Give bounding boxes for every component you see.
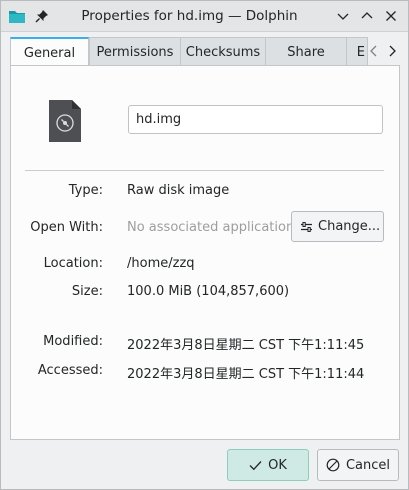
location-value: /home/zzq: [127, 256, 195, 271]
chevron-left-icon[interactable]: [368, 44, 380, 58]
checkmark-icon: [249, 460, 262, 470]
accessed-value: 2022年3月8日星期二 CST 下午1:11:44: [127, 367, 365, 382]
file-name-input[interactable]: [128, 105, 383, 134]
modified-label: Modified:: [43, 334, 103, 349]
tab-permissions[interactable]: Permissions: [89, 37, 181, 66]
open-with-value: No associated application: [127, 220, 295, 235]
close-button[interactable]: [383, 8, 399, 24]
cancel-button-label: Cancel: [345, 457, 391, 473]
cancel-icon: [326, 458, 340, 472]
change-button[interactable]: Change...: [291, 211, 384, 242]
size-value: 100.0 MiB (104,857,600): [127, 284, 290, 299]
general-panel: Type: Raw disk image Open With: No assoc…: [10, 65, 400, 440]
tab-general[interactable]: General: [10, 37, 89, 67]
open-with-label: Open With:: [30, 220, 103, 235]
folder-icon[interactable]: [8, 8, 26, 24]
change-button-label: Change...: [318, 219, 381, 234]
window-title: Properties for hd.img — Dolphin: [81, 8, 298, 24]
ok-button[interactable]: OK: [227, 449, 309, 481]
maximize-button[interactable]: [359, 8, 375, 24]
pin-icon[interactable]: [35, 9, 49, 23]
minimize-button[interactable]: [335, 8, 351, 24]
type-value: Raw disk image: [127, 183, 230, 198]
disk-image-file-icon: [47, 98, 83, 144]
settings-sliders-icon: [301, 221, 312, 232]
tab-checksums[interactable]: Checksums: [180, 37, 266, 66]
title-bar[interactable]: Properties for hd.img — Dolphin: [1, 1, 408, 32]
tab-bar: General Permissions Checksums Share E: [10, 37, 400, 67]
tab-partial[interactable]: E: [346, 37, 368, 66]
accessed-label: Accessed:: [37, 363, 103, 378]
properties-dialog: Properties for hd.img — Dolphin General …: [0, 0, 409, 490]
chevron-right-icon[interactable]: [386, 44, 398, 58]
tab-share[interactable]: Share: [265, 37, 347, 66]
type-label: Type:: [68, 183, 103, 198]
location-label: Location:: [43, 256, 103, 271]
size-label: Size:: [71, 284, 103, 299]
cancel-button[interactable]: Cancel: [317, 449, 399, 481]
separator: [25, 170, 384, 171]
ok-button-label: OK: [268, 457, 287, 473]
modified-value: 2022年3月8日星期二 CST 下午1:11:45: [127, 338, 365, 353]
